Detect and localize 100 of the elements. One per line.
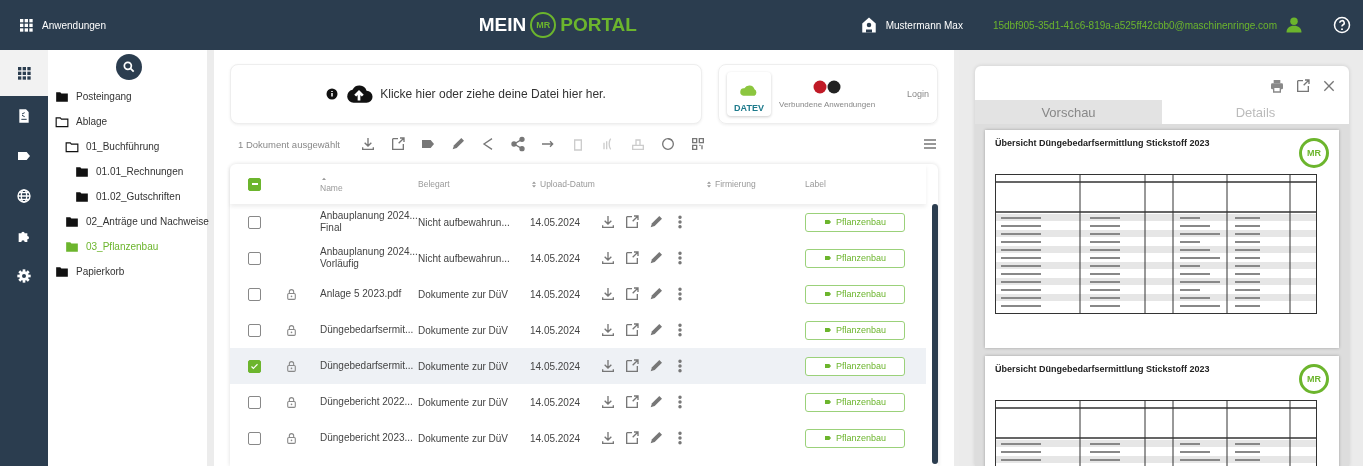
edit-icon[interactable] (648, 322, 664, 338)
download-icon[interactable] (359, 136, 376, 152)
tag-icon (823, 398, 832, 406)
tag-icon (823, 290, 832, 298)
check-icon (250, 361, 259, 371)
upload-hint: Klicke hier oder ziehe deine Datei hier her. (380, 87, 606, 101)
login-link[interactable]: Login (906, 89, 929, 99)
tag-icon (823, 434, 832, 442)
download-icon[interactable] (600, 358, 616, 374)
qr-icon[interactable] (689, 136, 706, 152)
user-icon (1285, 16, 1303, 34)
download-icon[interactable] (600, 214, 616, 230)
folder-icon (54, 264, 70, 279)
open-external-icon[interactable] (1295, 78, 1311, 94)
folder-item[interactable]: 01.01_Rechnungen (74, 159, 207, 184)
tag-icon (823, 254, 832, 262)
folder-item[interactable]: Papierkorb (54, 259, 207, 284)
table-row[interactable]: Düngebericht 2022... Dokumente zur DüV 14.05.2024 Pflanzenbau (230, 384, 926, 420)
apps-grid-icon (16, 65, 32, 81)
menu-icon[interactable] (922, 136, 938, 152)
document-name[interactable]: Düngebericht 2023... (320, 432, 418, 444)
download-icon[interactable] (600, 286, 616, 302)
page-title: Übersicht Düngebedarfsermittlung Stickstoff 2023 (995, 364, 1210, 374)
info-icon (326, 88, 339, 100)
column-header: Label (805, 179, 826, 189)
status-dots-icon (813, 79, 842, 94)
lock-icon (285, 286, 298, 302)
row-checkbox[interactable] (248, 251, 261, 265)
download-icon[interactable] (600, 394, 616, 410)
folder-item[interactable]: 02_Anträge und Nachweise (64, 209, 207, 234)
open-external-icon[interactable] (624, 394, 640, 410)
upload-date: 14.05.2024 (530, 432, 582, 444)
folder-item[interactable]: Posteingang (54, 84, 207, 109)
rail-item[interactable] (0, 50, 48, 96)
folder-item[interactable]: 01.02_Gutschriften (74, 184, 207, 209)
row-checkbox[interactable] (248, 323, 261, 337)
document-name[interactable]: Düngebedarfsermit... (320, 360, 418, 372)
document-type: Dokumente zur DüV (418, 324, 510, 336)
connected-apps-caption: Verbundene Anwendungen (779, 99, 876, 109)
row-checkbox[interactable] (248, 395, 261, 409)
open-external-icon[interactable] (624, 430, 640, 446)
upload-date: 14.05.2024 (530, 288, 582, 300)
download-icon[interactable] (600, 250, 616, 266)
user-email[interactable]: 15dbf905-35d1-41c6-819a-a525ff42cbb0@maschinenringe.com (992, 19, 1277, 31)
edit-icon[interactable] (648, 358, 664, 374)
table-row[interactable]: Düngebedarfsermit... Dokumente zur DüV 14.05.2024 Pflanzenbau (230, 348, 926, 384)
edit-icon[interactable] (648, 250, 664, 266)
open-external-icon[interactable] (389, 136, 406, 152)
row-checkbox[interactable] (248, 215, 261, 229)
scrollbar[interactable] (932, 204, 938, 464)
tag-icon (823, 362, 832, 370)
tag-icon (823, 218, 832, 226)
close-icon[interactable] (1321, 78, 1337, 94)
table-row[interactable]: Anlage 5 2023.pdf Dokumente zur DüV 14.05.2024 Pflanzenbau (230, 276, 926, 312)
row-checkbox[interactable] (248, 287, 261, 301)
row-checkbox[interactable] (248, 431, 261, 445)
document-name[interactable]: Anbauplanung 2024... Final (320, 210, 418, 234)
document-name[interactable]: Anbauplanung 2024... Vorläufig (320, 246, 418, 270)
table-row[interactable]: Düngebedarfsermit... Dokumente zur DüV 14.05.2024 Pflanzenbau (230, 312, 926, 348)
folder-item[interactable]: 01_Buchführung (64, 134, 207, 159)
open-external-icon[interactable] (624, 322, 640, 338)
edit-icon[interactable] (648, 286, 664, 302)
open-external-icon[interactable] (624, 358, 640, 374)
folder-icon (74, 164, 90, 179)
download-icon[interactable] (600, 430, 616, 446)
tag-icon (823, 326, 832, 334)
open-external-icon[interactable] (624, 250, 640, 266)
open-external-icon[interactable] (624, 286, 640, 302)
document-name[interactable]: Anlage 5 2023.pdf (320, 288, 418, 300)
document-name[interactable]: Düngebedarfsermit... (320, 324, 418, 336)
document-type: Dokumente zur DüV (418, 288, 510, 300)
sort-up-icon (320, 175, 328, 183)
select-all-checkbox[interactable] (248, 177, 261, 191)
document-icon (16, 108, 32, 124)
logo-mark: MR (530, 12, 557, 38)
apps-link[interactable]: Anwendungen (42, 19, 106, 31)
document-name[interactable]: Düngebericht 2022... (320, 396, 418, 408)
search-button[interactable] (116, 54, 142, 80)
download-icon[interactable] (600, 322, 616, 338)
user-name[interactable]: Mustermann Max (885, 19, 963, 31)
globe-icon (16, 188, 32, 204)
sort-icon (530, 179, 538, 189)
open-external-icon[interactable] (624, 214, 640, 230)
help-icon (1333, 16, 1351, 34)
print-icon[interactable] (1269, 78, 1285, 94)
apps-grid-icon (18, 17, 34, 33)
edit-icon[interactable] (648, 394, 664, 410)
edit-icon[interactable] (648, 430, 664, 446)
upload-dropzone[interactable]: Klicke hier oder ziehe deine Datei hier her. (230, 64, 702, 124)
datev-logo[interactable]: DATEV (727, 72, 771, 116)
folder-item[interactable]: Ablage (54, 109, 207, 134)
lock-icon (285, 430, 298, 446)
house-user-icon (859, 16, 878, 34)
lock-icon (285, 322, 298, 338)
edit-icon[interactable] (648, 214, 664, 230)
row-checkbox[interactable] (248, 359, 261, 373)
logo-text: MEIN (478, 14, 527, 36)
share-nodes-icon[interactable] (509, 136, 526, 152)
table-row[interactable]: Düngebericht 2023... Dokumente zur DüV 14.05.2024 Pflanzenbau (230, 420, 926, 456)
document-type: Dokumente zur DüV (418, 360, 510, 372)
